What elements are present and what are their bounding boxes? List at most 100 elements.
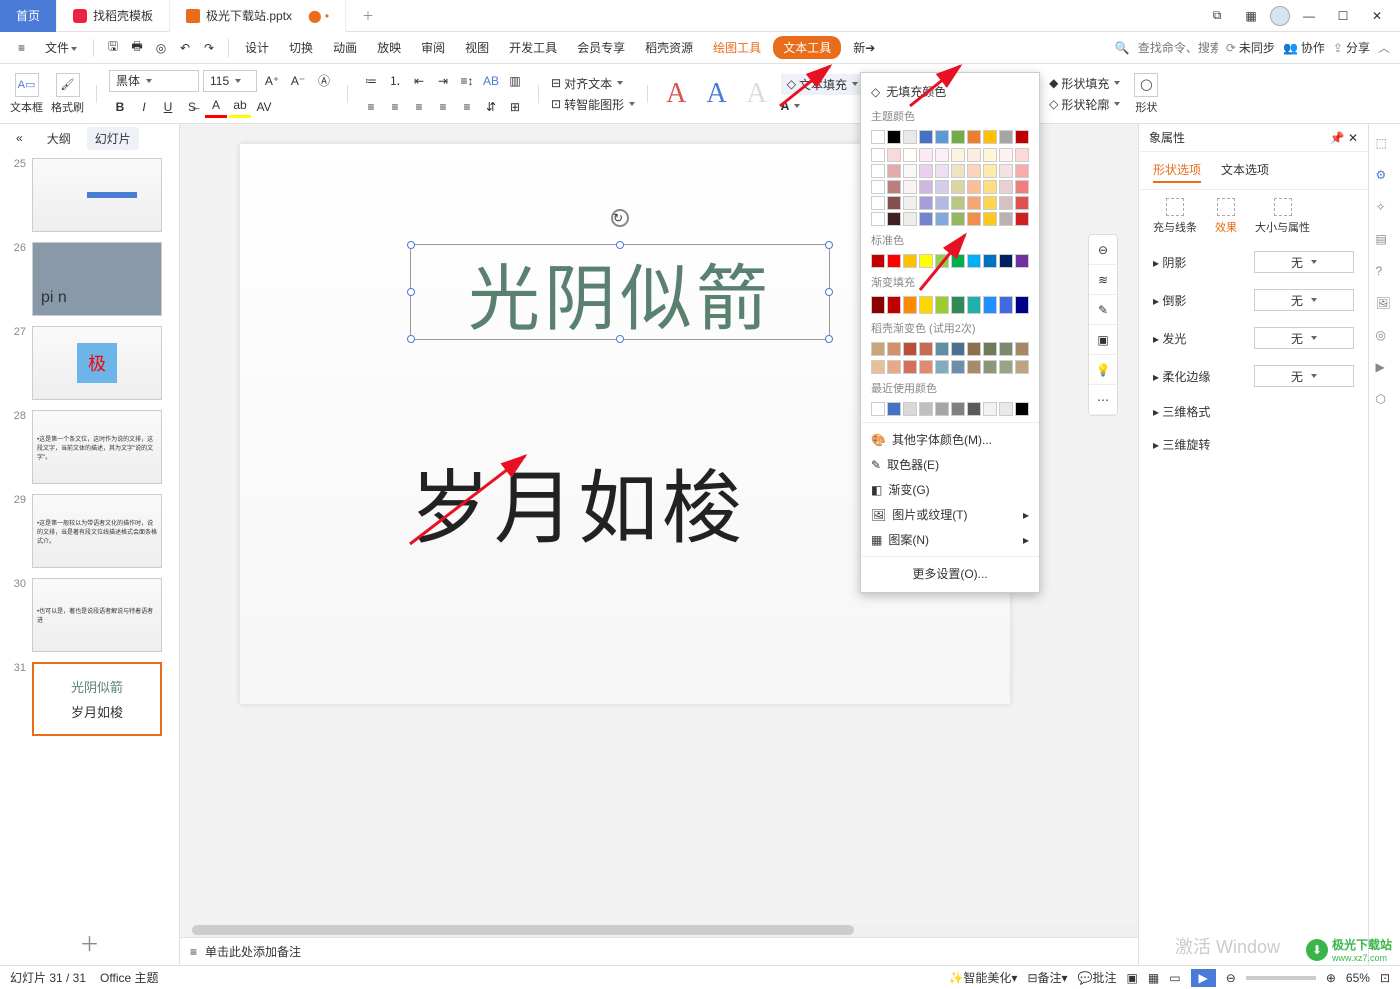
color-swatch[interactable] <box>1015 180 1029 194</box>
no-fill-option[interactable]: ◇ 无填充颜色 <box>861 79 1039 104</box>
color-swatch[interactable] <box>999 402 1013 416</box>
tab-add[interactable]: ＋ <box>346 0 390 32</box>
color-swatch[interactable] <box>951 360 965 374</box>
color-swatch[interactable] <box>871 130 885 144</box>
color-swatch[interactable] <box>999 180 1013 194</box>
color-swatch[interactable] <box>999 196 1013 210</box>
color-swatch[interactable] <box>871 402 885 416</box>
color-swatch[interactable] <box>1015 296 1029 314</box>
eyedropper-option[interactable]: ✎ 取色器(E) <box>861 452 1039 477</box>
strike-btn[interactable]: S̶ <box>181 96 203 118</box>
color-swatch[interactable] <box>967 196 981 210</box>
rotate-handle[interactable]: ↻ <box>611 209 629 227</box>
color-swatch[interactable] <box>903 342 917 356</box>
color-swatch[interactable] <box>871 360 885 374</box>
qat-preview[interactable]: ◎ <box>150 37 172 59</box>
color-swatch[interactable] <box>951 130 965 144</box>
tab-outline[interactable]: 大纲 <box>39 127 79 150</box>
color-swatch[interactable] <box>871 254 885 268</box>
menu-text-tools[interactable]: 文本工具 <box>773 36 841 59</box>
comments-btn[interactable]: 💬批注 <box>1078 969 1117 986</box>
color-swatch[interactable] <box>967 164 981 178</box>
color-swatch[interactable] <box>935 254 949 268</box>
color-swatch[interactable] <box>919 148 933 162</box>
prop-glow-select[interactable]: 无 <box>1254 327 1354 349</box>
ft-eyedrop[interactable]: ✎ <box>1089 295 1117 325</box>
indent-inc[interactable]: ⇥ <box>432 70 454 92</box>
more-colors-option[interactable]: 🎨 其他字体颜色(M)... <box>861 427 1039 452</box>
color-swatch[interactable] <box>983 402 997 416</box>
menu-docer[interactable]: 稻壳资源 <box>637 35 701 60</box>
color-swatch[interactable] <box>887 164 901 178</box>
highlight-btn[interactable]: ab <box>229 96 251 118</box>
apps-icon[interactable]: ▦ <box>1236 4 1266 28</box>
color-swatch[interactable] <box>951 164 965 178</box>
color-swatch[interactable] <box>887 296 901 314</box>
color-swatch[interactable] <box>983 212 997 226</box>
wordart-style-1[interactable]: A <box>660 78 692 110</box>
speaker-notes-btn[interactable]: ⊟备注▾ <box>1027 969 1067 986</box>
zoom-out[interactable]: ⊖ <box>1226 971 1236 985</box>
color-swatch[interactable] <box>1015 360 1029 374</box>
numbering-btn[interactable]: ⒈ <box>384 70 406 92</box>
color-swatch[interactable] <box>951 180 965 194</box>
menu-drawing-tools[interactable]: 绘图工具 <box>705 35 769 60</box>
color-swatch[interactable] <box>935 360 949 374</box>
share-button[interactable]: ⇪分享 <box>1333 39 1370 56</box>
menu-review[interactable]: 审阅 <box>413 35 453 60</box>
qat-undo[interactable]: ↶ <box>174 37 196 59</box>
side-star-icon[interactable]: ✧ <box>1376 200 1394 218</box>
subtab-effect[interactable]: 效果 <box>1215 198 1237 235</box>
text-effect-drop[interactable]: 𝐀 <box>781 99 864 114</box>
color-swatch[interactable] <box>1015 402 1029 416</box>
side-settings-icon[interactable]: ⚙ <box>1376 168 1394 186</box>
color-swatch[interactable] <box>903 254 917 268</box>
spacing-btn[interactable]: AV <box>253 96 275 118</box>
font-combo[interactable]: 黑体 <box>109 70 199 92</box>
color-swatch[interactable] <box>1015 212 1029 226</box>
thumb-30[interactable]: •也可以是，著也是说段语者解说与特着语者进 <box>32 578 162 652</box>
color-swatch[interactable] <box>871 180 885 194</box>
color-swatch[interactable] <box>903 212 917 226</box>
shape-outline-drop[interactable]: ◇ 形状轮廓 <box>1049 96 1120 113</box>
color-swatch[interactable] <box>967 296 981 314</box>
subtab-fill[interactable]: 充与线条 <box>1153 198 1197 235</box>
more-settings-option[interactable]: 更多设置(O)... <box>861 561 1039 586</box>
align-center[interactable]: ≡ <box>384 96 406 118</box>
columns-btn[interactable]: ▥ <box>504 70 526 92</box>
side-template-icon[interactable]: ▤ <box>1376 232 1394 250</box>
search-input[interactable] <box>1138 41 1218 55</box>
add-slide[interactable]: ＋ <box>0 920 179 965</box>
menu-design[interactable]: 设计 <box>237 35 277 60</box>
wordart-style-3[interactable]: A <box>741 78 773 110</box>
color-swatch[interactable] <box>983 342 997 356</box>
side-location-icon[interactable]: ◎ <box>1376 328 1394 346</box>
color-swatch[interactable] <box>887 148 901 162</box>
color-swatch[interactable] <box>951 342 965 356</box>
color-swatch[interactable] <box>983 164 997 178</box>
color-swatch[interactable] <box>967 402 981 416</box>
text-fill-drop[interactable]: ◇ 文本填充 <box>781 74 864 95</box>
menu-devtools[interactable]: 开发工具 <box>501 35 565 60</box>
color-swatch[interactable] <box>871 196 885 210</box>
text-dir[interactable]: AB <box>480 70 502 92</box>
align-text-drop[interactable]: ⊟ 对齐文本 <box>551 75 635 92</box>
notes-area[interactable]: ≡ 单击此处添加备注 <box>180 937 1138 965</box>
color-swatch[interactable] <box>951 296 965 314</box>
color-swatch[interactable] <box>919 180 933 194</box>
tab-slides[interactable]: 幻灯片 <box>87 127 139 150</box>
color-swatch[interactable] <box>887 342 901 356</box>
color-swatch[interactable] <box>919 342 933 356</box>
indent-dec[interactable]: ⇤ <box>408 70 430 92</box>
color-swatch[interactable] <box>935 342 949 356</box>
color-swatch[interactable] <box>919 402 933 416</box>
color-swatch[interactable] <box>999 130 1013 144</box>
color-swatch[interactable] <box>935 402 949 416</box>
ft-idea[interactable]: 💡 <box>1089 355 1117 385</box>
side-play-icon[interactable]: ▶ <box>1376 360 1394 378</box>
color-swatch[interactable] <box>967 254 981 268</box>
view-slideshow[interactable]: ▶ <box>1191 969 1216 987</box>
color-swatch[interactable] <box>999 164 1013 178</box>
color-swatch[interactable] <box>983 180 997 194</box>
side-image-icon[interactable]: 🖼 <box>1376 296 1394 314</box>
